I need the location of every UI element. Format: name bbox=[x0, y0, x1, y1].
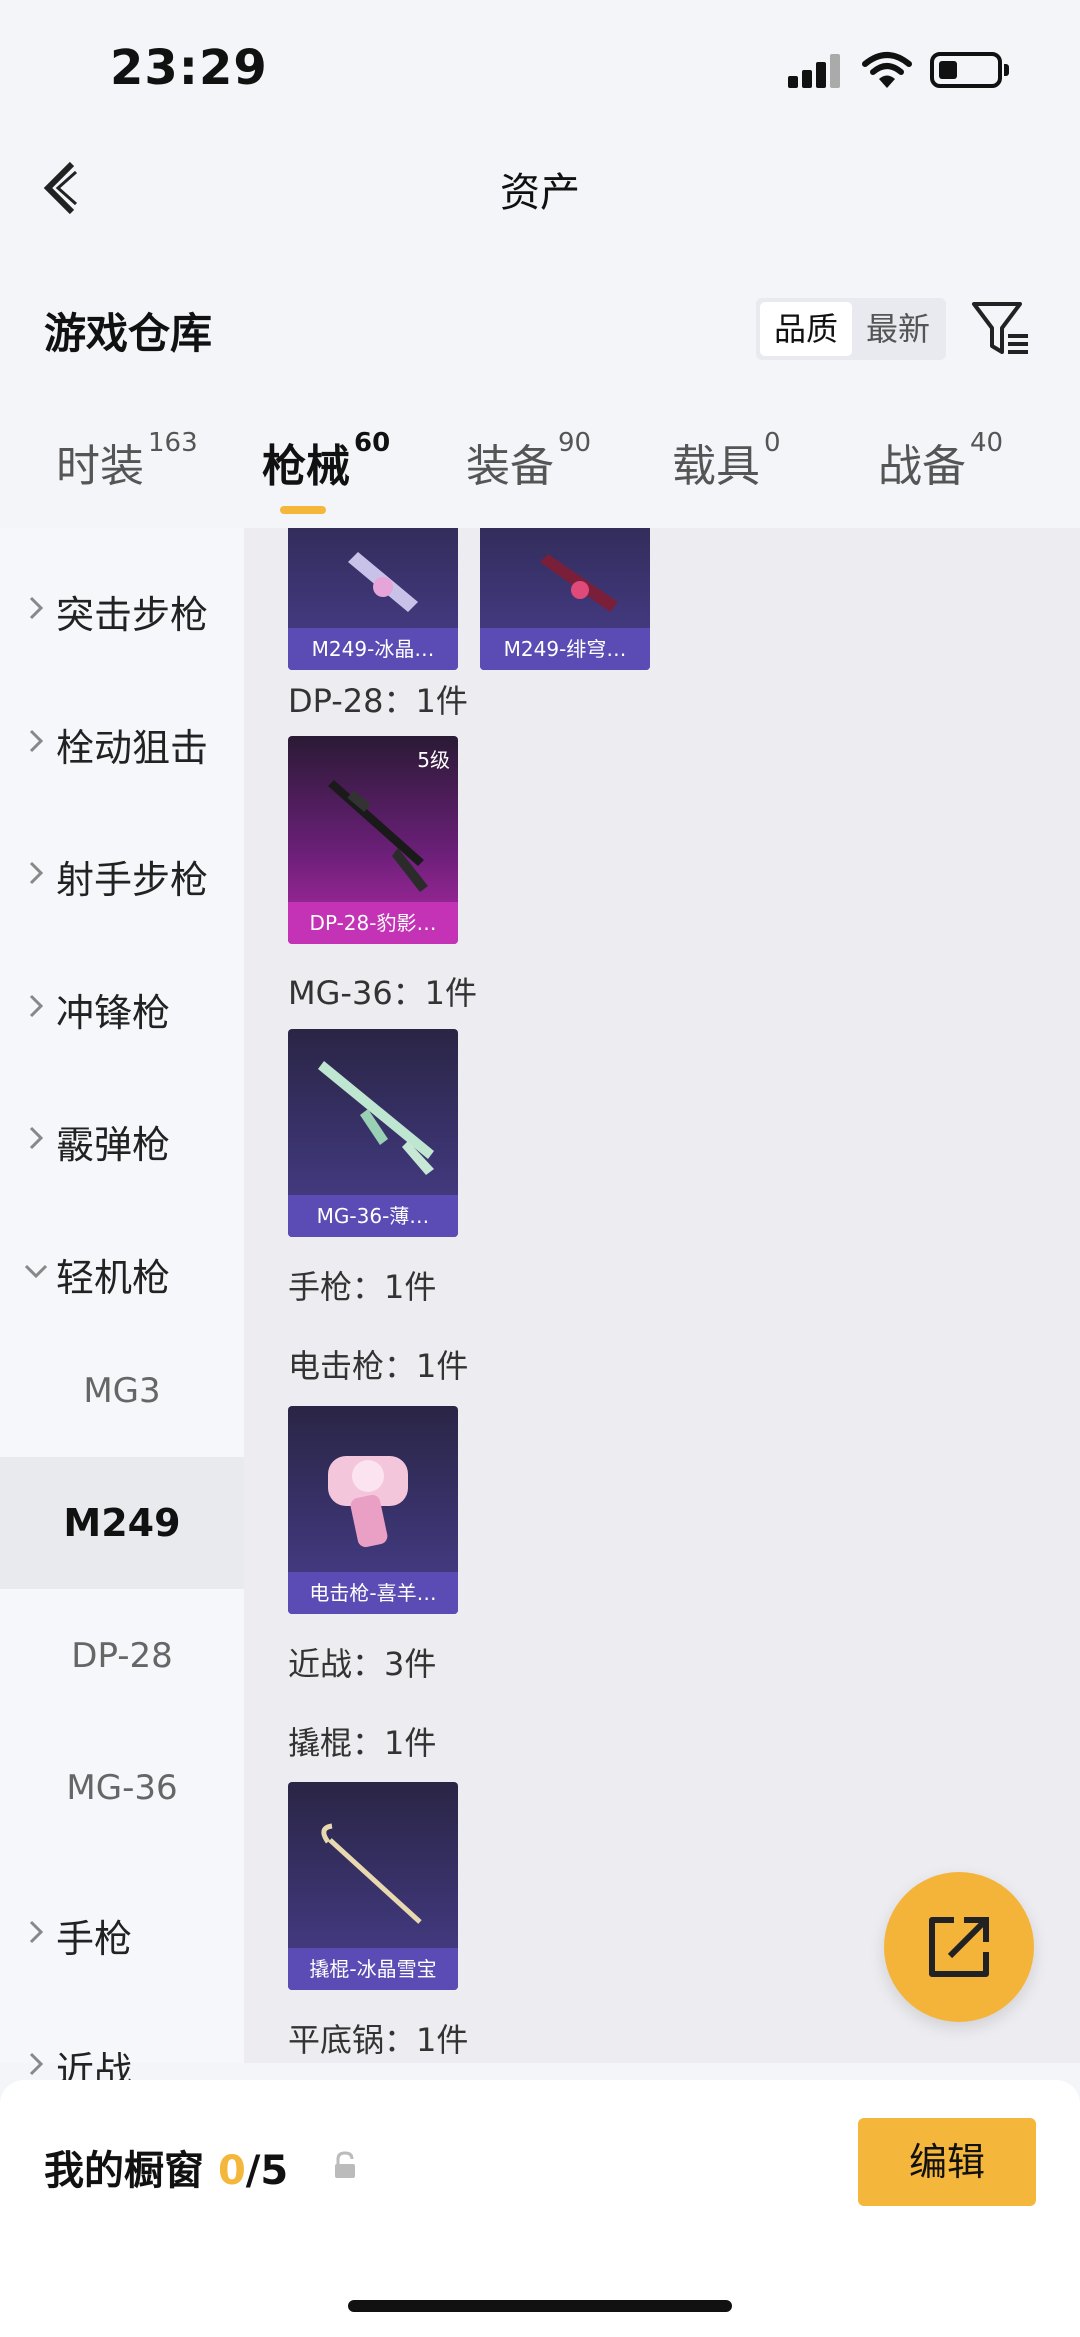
item-card-m249-ice[interactable]: M249-冰晶… bbox=[288, 528, 458, 670]
sidebar-item-label: 手枪 bbox=[56, 1917, 133, 1961]
group-label-melee: 近战：3件 bbox=[288, 1645, 437, 1683]
battery-tip bbox=[1004, 64, 1009, 76]
group-label-pistol: 手枪：1件 bbox=[288, 1268, 437, 1306]
showcase-count: 0 bbox=[217, 2148, 246, 2194]
sidebar-item-lmg[interactable]: 轻机枪 bbox=[0, 1227, 244, 1317]
sort-quality-button[interactable]: 品质 bbox=[760, 302, 852, 356]
sidebar-subitem-dp28[interactable]: DP-28 bbox=[0, 1590, 244, 1722]
item-card-stun-gun[interactable]: 电击枪-喜羊… bbox=[288, 1406, 458, 1614]
item-card-caption: M249-冰晶… bbox=[288, 628, 458, 670]
chevron-right-icon bbox=[29, 861, 44, 885]
sidebar-item-label: 栓动狙击 bbox=[56, 726, 209, 770]
sidebar-subitem-mg36[interactable]: MG-36 bbox=[0, 1722, 244, 1854]
chevron-right-icon bbox=[29, 994, 44, 1018]
filter-icon[interactable] bbox=[970, 298, 1032, 360]
section-title: 游戏仓库 bbox=[44, 309, 213, 358]
item-card-mg36[interactable]: MG-36-薄… bbox=[288, 1029, 458, 1237]
tab-supplies[interactable]: 战备 40 bbox=[878, 428, 1003, 494]
item-card-caption: DP-28-豹影… bbox=[288, 902, 458, 944]
status-bar: 23:29 bbox=[0, 0, 1080, 140]
item-card-caption: 电击枪-喜羊… bbox=[288, 1572, 458, 1614]
share-button[interactable] bbox=[884, 1872, 1034, 2022]
share-icon bbox=[929, 1917, 989, 1977]
chevron-right-icon bbox=[29, 596, 44, 620]
group-label-pan: 平底锅：1件 bbox=[288, 2021, 469, 2059]
group-label-stun-gun: 电击枪：1件 bbox=[288, 1347, 469, 1385]
page-title: 资产 bbox=[500, 170, 580, 216]
back-arrow-icon[interactable] bbox=[40, 158, 80, 218]
item-level-badge: 5级 bbox=[417, 748, 450, 772]
signal-icon bbox=[788, 54, 840, 88]
sidebar-item-smg[interactable]: 冲锋枪 bbox=[0, 962, 244, 1052]
sort-latest-button[interactable]: 最新 bbox=[852, 302, 944, 356]
battery-icon bbox=[930, 52, 1002, 88]
sidebar-item-bolt-sniper[interactable]: 栓动狙击 bbox=[0, 697, 244, 787]
tab-fashion[interactable]: 时装 163 bbox=[56, 428, 198, 494]
sidebar-item-label: 轻机枪 bbox=[56, 1256, 171, 1300]
category-sidebar: 突击步枪 栓动狙击 射手步枪 冲锋枪 霰弹枪 轻机枪 MG3 M249 DP-2… bbox=[0, 528, 244, 2093]
sidebar-item-marksman-rifle[interactable]: 射手步枪 bbox=[0, 829, 244, 919]
edit-button[interactable]: 编辑 bbox=[858, 2118, 1036, 2206]
item-card-caption: MG-36-薄… bbox=[288, 1195, 458, 1237]
item-card-dp28[interactable]: 5级 DP-28-豹影… bbox=[288, 736, 458, 944]
showcase-label: 我的橱窗 0/5 bbox=[44, 2148, 289, 2194]
status-time: 23:29 bbox=[110, 40, 268, 96]
group-label-crowbar: 撬棍：1件 bbox=[288, 1724, 437, 1762]
sidebar-item-shotgun[interactable]: 霰弹枪 bbox=[0, 1094, 244, 1184]
item-list: M249-冰晶… M249-绯穹… DP-28：1件 5级 DP-28-豹影… … bbox=[244, 528, 1080, 2063]
sidebar-item-label: 射手步枪 bbox=[56, 858, 209, 902]
showcase-total: /5 bbox=[245, 2148, 289, 2194]
sidebar-item-pistol[interactable]: 手枪 bbox=[0, 1888, 244, 1978]
tab-vehicles[interactable]: 载具 0 bbox=[672, 428, 781, 494]
item-card-crowbar[interactable]: 撬棍-冰晶雪宝 bbox=[288, 1782, 458, 1990]
chevron-down-icon bbox=[24, 1264, 48, 1279]
chevron-right-icon bbox=[29, 2052, 44, 2076]
sidebar-item-label: 冲锋枪 bbox=[56, 991, 171, 1035]
item-card-m249-crimson[interactable]: M249-绯穹… bbox=[480, 528, 650, 670]
chevron-right-icon bbox=[29, 1126, 44, 1150]
sidebar-item-label: 霰弹枪 bbox=[56, 1123, 171, 1167]
chevron-right-icon bbox=[29, 729, 44, 753]
chevron-right-icon bbox=[29, 1920, 44, 1944]
group-label-mg36: MG-36：1件 bbox=[288, 974, 478, 1012]
sidebar-subitem-mg3[interactable]: MG3 bbox=[0, 1325, 244, 1457]
tab-equipment[interactable]: 装备 90 bbox=[466, 428, 591, 494]
lock-icon bbox=[332, 2150, 358, 2180]
group-label-dp28: DP-28：1件 bbox=[288, 682, 468, 720]
sidebar-item-label: 突击步枪 bbox=[56, 593, 209, 637]
item-card-caption: M249-绯穹… bbox=[480, 628, 650, 670]
sidebar-item-assault-rifle[interactable]: 突击步枪 bbox=[0, 564, 244, 654]
item-card-caption: 撬棍-冰晶雪宝 bbox=[288, 1948, 458, 1990]
wifi-icon bbox=[862, 50, 912, 90]
tab-active-indicator bbox=[280, 506, 326, 514]
tab-firearms[interactable]: 枪械 60 bbox=[262, 428, 390, 494]
home-indicator bbox=[348, 2300, 732, 2312]
sidebar-subitem-m249[interactable]: M249 bbox=[0, 1457, 244, 1589]
